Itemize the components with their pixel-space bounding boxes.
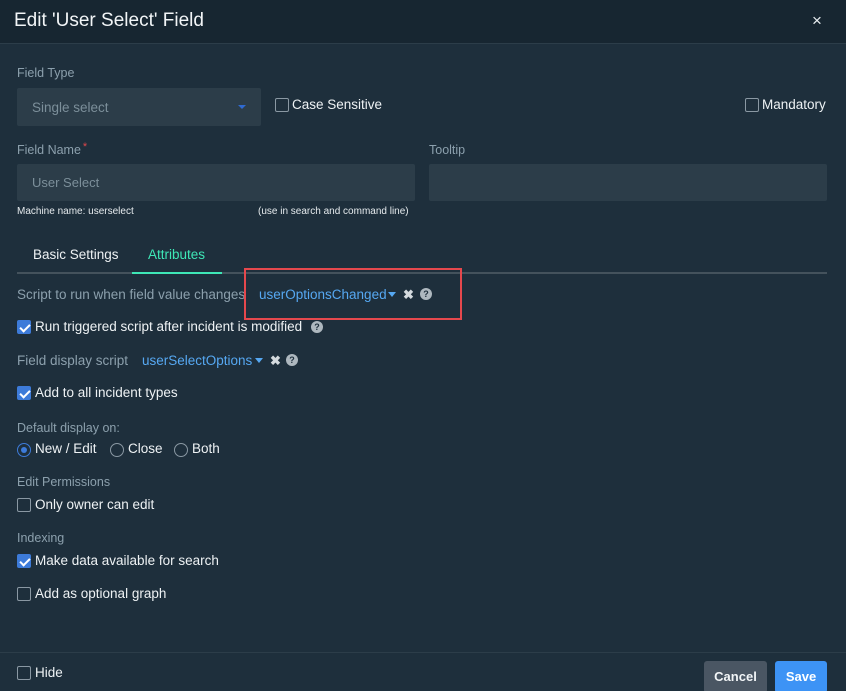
run-after-modified-checkbox[interactable] xyxy=(17,320,31,334)
mandatory-label: Mandatory xyxy=(762,97,826,112)
tab-basic-settings[interactable]: Basic Settings xyxy=(33,247,119,262)
close-icon[interactable]: × xyxy=(812,12,826,29)
active-tab-indicator xyxy=(132,272,222,274)
required-marker: * xyxy=(82,141,88,153)
help-icon[interactable]: ? xyxy=(311,321,323,333)
radio-new-edit[interactable] xyxy=(17,443,31,457)
field-type-value: Single select xyxy=(32,100,109,115)
radio-both-label: Both xyxy=(192,441,220,456)
radio-both[interactable] xyxy=(174,443,188,457)
radio-close[interactable] xyxy=(110,443,124,457)
mandatory-checkbox[interactable] xyxy=(745,98,759,112)
edit-permissions-label: Edit Permissions xyxy=(17,475,111,489)
searchable-checkbox[interactable] xyxy=(17,554,31,568)
machine-name-hint: (use in search and command line) xyxy=(258,206,409,217)
case-sensitive-label: Case Sensitive xyxy=(292,97,383,112)
field-name-label: Field Name * xyxy=(17,141,88,157)
default-display-label: Default display on: xyxy=(17,421,120,435)
tooltip-input[interactable] xyxy=(429,164,827,201)
field-type-select[interactable]: Single select xyxy=(17,88,261,126)
chevron-down-icon xyxy=(238,105,246,109)
indexing-label: Indexing xyxy=(17,531,65,545)
optional-graph-checkbox[interactable] xyxy=(17,587,31,601)
clear-icon[interactable]: ✖ xyxy=(270,354,281,367)
case-sensitive-checkbox[interactable] xyxy=(275,98,289,112)
radio-close-label: Close xyxy=(128,441,163,456)
radio-new-edit-label: New / Edit xyxy=(35,441,97,456)
add-all-types-checkbox[interactable] xyxy=(17,386,31,400)
chevron-down-icon[interactable] xyxy=(255,358,263,363)
dialog-title: Edit 'User Select' Field xyxy=(14,10,204,31)
field-name-label-text: Field Name xyxy=(17,143,81,157)
dialog-header: Edit 'User Select' Field × xyxy=(0,0,846,44)
add-all-types-label: Add to all incident types xyxy=(35,385,178,400)
display-script-label: Field display script xyxy=(17,353,129,368)
footer-divider xyxy=(0,652,846,653)
optional-graph-label: Add as optional graph xyxy=(35,586,167,601)
only-owner-label: Only owner can edit xyxy=(35,497,155,512)
field-name-value: User Select xyxy=(32,175,100,190)
searchable-label: Make data available for search xyxy=(35,553,219,568)
help-icon[interactable]: ? xyxy=(286,354,298,366)
highlight-box xyxy=(244,268,462,320)
only-owner-checkbox[interactable] xyxy=(17,498,31,512)
machine-name: Machine name: userselect xyxy=(17,206,134,217)
field-name-input[interactable]: User Select xyxy=(17,164,415,201)
tab-attributes[interactable]: Attributes xyxy=(148,247,205,262)
hide-checkbox[interactable] xyxy=(17,666,31,680)
tooltip-label: Tooltip xyxy=(429,143,466,157)
save-button[interactable]: Save xyxy=(775,661,827,691)
hide-label: Hide xyxy=(35,665,63,680)
field-type-label: Field Type xyxy=(17,66,75,80)
script-on-change-label: Script to run when field value changes xyxy=(17,287,246,302)
run-after-modified-label: Run triggered script after incident is m… xyxy=(35,319,303,334)
display-script-select[interactable]: userSelectOptions xyxy=(142,353,252,368)
cancel-button[interactable]: Cancel xyxy=(704,661,767,691)
